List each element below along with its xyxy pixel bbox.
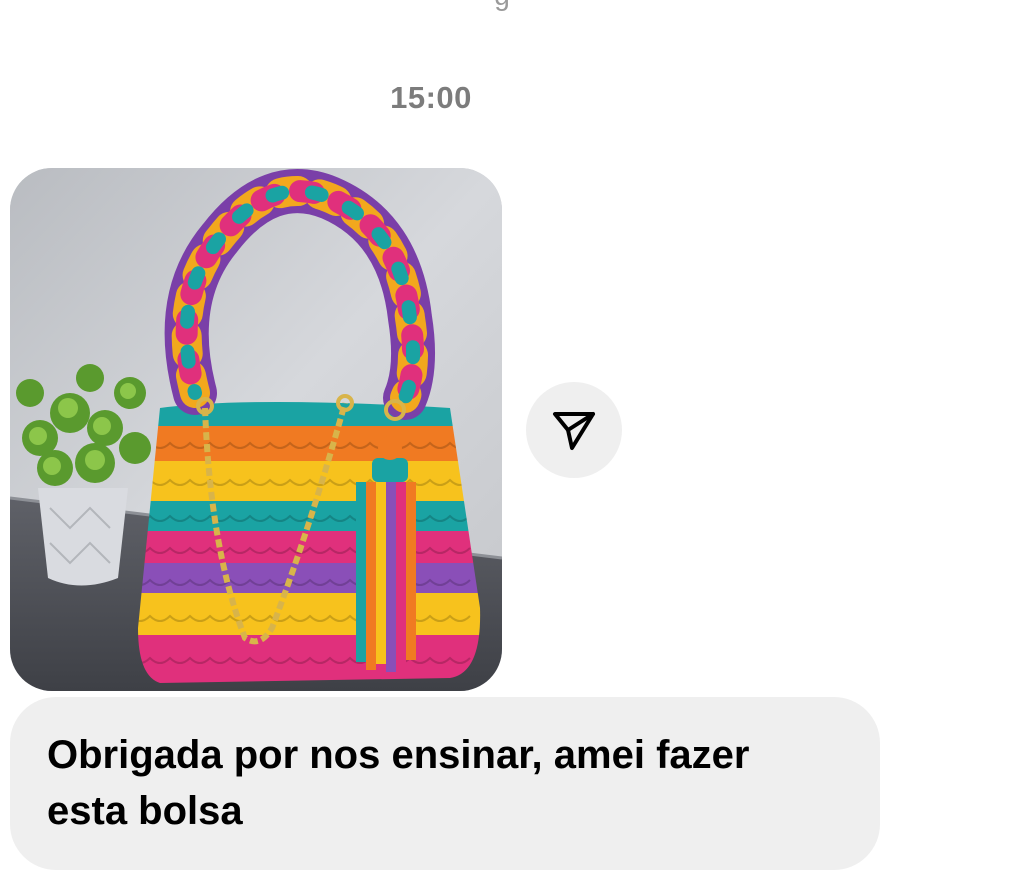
photo-message[interactable]	[10, 168, 502, 691]
crochet-bag-photo	[10, 168, 502, 691]
chat-screen: g 15:00	[0, 0, 1021, 889]
share-button[interactable]	[526, 382, 622, 478]
send-icon	[553, 412, 595, 450]
clipped-text-fragment: g	[490, 0, 514, 10]
text-message-bubble[interactable]: Obrigada por nos ensinar, amei fazer est…	[10, 697, 880, 870]
message-timestamp: 15:00	[390, 80, 472, 115]
message-text: Obrigada por nos ensinar, amei fazer est…	[47, 733, 750, 833]
